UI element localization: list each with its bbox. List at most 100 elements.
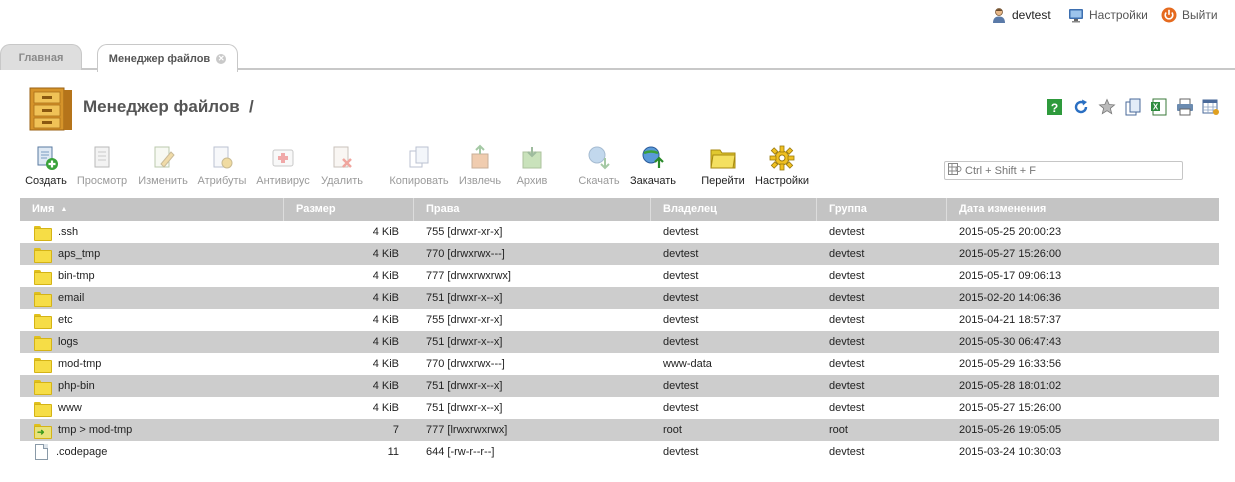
file-name: mod-tmp [58,358,102,370]
cell-group: devtest [829,446,865,458]
cell-permissions: 777 [lrwxrwxrwx] [426,424,508,436]
search-box [944,161,1183,180]
table-row[interactable]: mod-tmp 4 KiB 770 [drwxrwx---] www-data devt… [20,353,1219,375]
column-size[interactable]: Размер [284,198,414,221]
column-date[interactable]: Дата изменения [947,198,1219,221]
cell-permissions: 751 [drwxr-x--x] [426,380,503,392]
cell-date: 2015-05-17 09:06:13 [959,270,1062,282]
cell-name: www [20,397,284,419]
folder-icon [34,379,52,395]
cell-name: .codepage [20,441,284,463]
file-name: .codepage [56,446,108,458]
tab-main[interactable]: Главная [0,44,82,70]
column-name[interactable]: Имя ▲ [20,198,284,221]
file-name: .ssh [58,226,79,238]
cell-size: 4 KiB [372,336,399,348]
goto-folder-icon [709,144,737,172]
user-icon [991,7,1007,23]
cell-name: mod-tmp [20,353,284,375]
table-row[interactable]: php-bin 4 KiB 751 [drwxr-x--x] devtest devte… [20,375,1219,397]
cell-permissions: 770 [drwxrwx---] [426,358,505,370]
cell-group: devtest [829,270,865,282]
folder-icon [34,269,52,285]
table-row[interactable]: .codepage 11 644 [-rw-r--r--] devtest devtes… [20,441,1219,463]
table-row[interactable]: email 4 KiB 751 [drwxr-x--x] devtest devtest… [20,287,1219,309]
download-button[interactable]: Скачать [575,144,623,187]
archive-icon [518,144,546,172]
settings-gear-icon [768,144,796,172]
cell-date: 2015-04-21 18:57:37 [959,314,1062,326]
tab-file-manager[interactable]: Менеджер файлов ✕ [97,44,238,72]
cell-name: ➜ tmp > mod-tmp [20,419,284,441]
file-name: tmp > mod-tmp [58,424,133,436]
top-settings-label: Настройки [1089,8,1148,22]
export-excel-icon[interactable]: X [1150,98,1168,116]
search-grid-icon [948,163,962,178]
file-name: etc [58,314,73,326]
table-row[interactable]: .ssh 4 KiB 755 [drwxr-xr-x] devtest devtest 2… [20,221,1219,243]
edit-button[interactable]: Изменить [137,144,189,187]
view-button[interactable]: Просмотр [76,144,128,187]
search-input[interactable] [965,164,1175,177]
copy-page-icon[interactable] [1124,98,1142,116]
create-button[interactable]: Создать [24,144,68,187]
folder-icon [34,247,52,263]
favorite-star-icon[interactable] [1098,98,1116,116]
cell-size: 11 [387,446,399,458]
table-row[interactable]: logs 4 KiB 751 [drwxr-x--x] devtest devtest 2… [20,331,1219,353]
power-icon [1161,7,1177,23]
cell-date: 2015-05-29 16:33:56 [959,358,1062,370]
refresh-icon[interactable] [1072,98,1090,116]
goto-button[interactable]: Перейти [700,144,746,187]
cell-permissions: 751 [drwxr-x--x] [426,336,503,348]
table-row[interactable]: etc 4 KiB 755 [drwxr-xr-x] devtest devtest 20… [20,309,1219,331]
copy-button[interactable]: Копировать [387,144,451,187]
tab-main-label: Главная [18,51,64,64]
archive-button[interactable]: Архив [514,144,550,187]
cell-permissions: 755 [drwxr-xr-x] [426,226,503,238]
cell-date: 2015-05-27 15:26:00 [959,402,1062,414]
column-owner[interactable]: Владелец [651,198,817,221]
cell-size: 4 KiB [372,270,399,282]
delete-button[interactable]: Удалить [318,144,366,187]
copy-icon [405,144,433,172]
table-row[interactable]: bin-tmp 4 KiB 777 [drwxrwxrwx] devtest devte… [20,265,1219,287]
cell-permissions: 751 [drwxr-x--x] [426,402,503,414]
upload-icon [639,144,667,172]
column-group[interactable]: Группа [817,198,947,221]
user-menu[interactable]: devtest [991,6,1051,24]
delete-icon [328,144,356,172]
folder-icon [34,225,52,241]
cell-group: root [829,424,848,436]
table-settings-icon[interactable] [1202,98,1220,116]
column-permissions[interactable]: Права [414,198,651,221]
folder-icon [34,291,52,307]
cell-group: devtest [829,226,865,238]
cell-date: 2015-05-26 19:05:05 [959,424,1062,436]
symlink-folder-icon: ➜ [34,423,52,439]
help-icon[interactable]: ? [1046,98,1064,116]
logout-link[interactable]: Выйти [1161,6,1218,24]
print-icon[interactable] [1176,98,1194,116]
svg-text:?: ? [1051,101,1058,115]
table-row[interactable]: aps_tmp 4 KiB 770 [drwxrwx---] devtest devte… [20,243,1219,265]
top-settings-link[interactable]: Настройки [1068,6,1148,24]
cell-date: 2015-02-20 14:06:36 [959,292,1062,304]
attributes-button[interactable]: Атрибуты [196,144,248,187]
close-tab-icon[interactable]: ✕ [216,53,227,64]
cell-size: 4 KiB [372,248,399,260]
table-row[interactable]: www 4 KiB 751 [drwxr-x--x] devtest devtest 20… [20,397,1219,419]
table-row[interactable]: ➜ tmp > mod-tmp 7 777 [lrwxrwxrwx] root root 2… [20,419,1219,441]
page-title: Менеджер файлов [83,97,240,116]
settings-button[interactable]: Настройки [754,144,810,187]
create-icon [32,144,60,172]
antivirus-button[interactable]: Антивирус [255,144,311,187]
cell-owner: www-data [663,358,712,370]
user-name: devtest [1012,8,1051,22]
cell-name: .ssh [20,221,284,243]
upload-button[interactable]: Закачать [627,144,679,187]
file-name: logs [58,336,79,348]
extract-button[interactable]: Извлечь [456,144,504,187]
cell-size: 4 KiB [372,292,399,304]
cell-size: 4 KiB [372,226,399,238]
